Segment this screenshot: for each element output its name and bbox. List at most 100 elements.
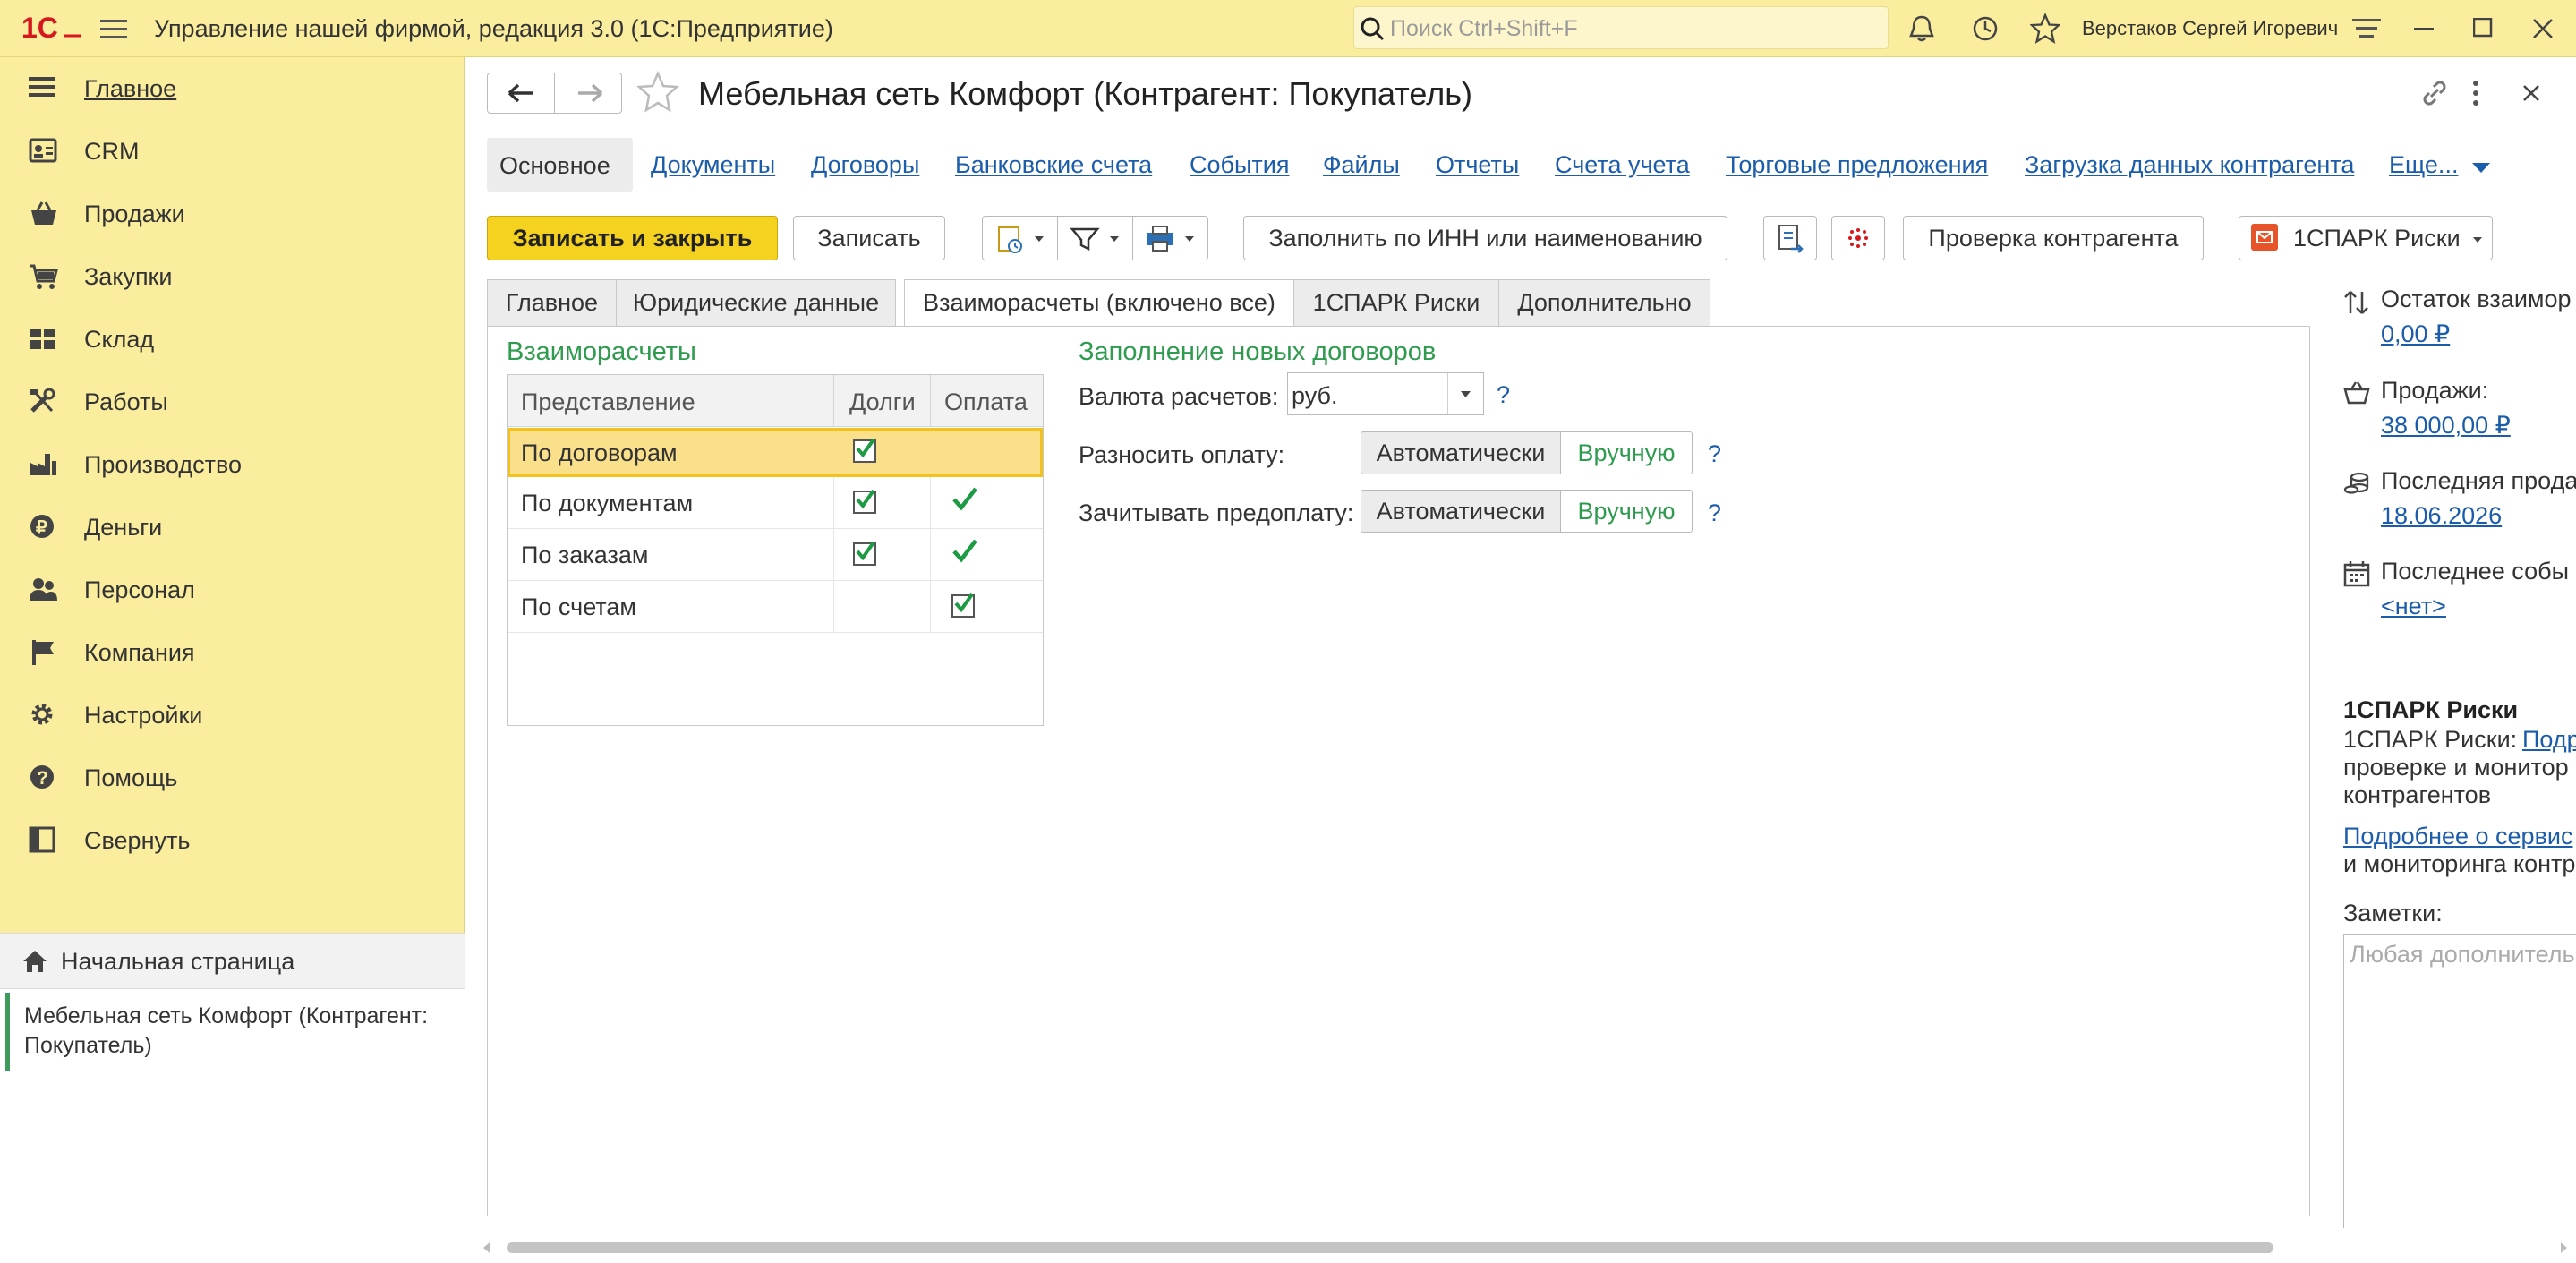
spread-help-link[interactable]: ? xyxy=(1708,440,1721,468)
maximize-icon[interactable] xyxy=(2473,18,2493,38)
scroll-left-icon xyxy=(483,1242,490,1253)
minimize-icon[interactable] xyxy=(2414,28,2435,31)
tab-spark-risks[interactable]: 1СПАРК Риски xyxy=(1293,279,1499,326)
history-icon[interactable] xyxy=(1971,14,2000,43)
sidebar-item-production[interactable]: Производство xyxy=(0,433,465,496)
dropdown-arrow-icon xyxy=(2473,237,2482,243)
last-event-value-link[interactable]: <нет> xyxy=(2381,593,2446,620)
last-sale-value-link[interactable]: 18.06.2026 xyxy=(2381,502,2502,530)
table-row[interactable]: По заказам xyxy=(508,529,1043,581)
section-accounting-accounts[interactable]: Счета учета xyxy=(1555,151,1690,179)
currency-label: Валюта расчетов: xyxy=(1079,383,1279,410)
tab-legal-data[interactable]: Юридические данные xyxy=(616,279,896,326)
forward-button[interactable] xyxy=(554,73,622,114)
spark-more-link[interactable]: Подр xyxy=(2522,726,2576,754)
sidebar-item-settings[interactable]: Настройки xyxy=(0,684,465,747)
offset-auto-option[interactable]: Автоматически xyxy=(1361,490,1561,533)
debts-checkbox[interactable] xyxy=(853,438,876,463)
table-row[interactable]: По счетам xyxy=(508,581,1043,633)
spark-indicator-button[interactable] xyxy=(1831,216,1885,260)
column-header-debts[interactable]: Долги xyxy=(849,388,916,416)
section-events[interactable]: События xyxy=(1190,151,1289,179)
chevron-down-icon[interactable] xyxy=(1460,390,1472,399)
section-documents[interactable]: Документы xyxy=(651,151,775,179)
payment-checkmark-icon[interactable] xyxy=(951,538,978,565)
home-page-tab[interactable]: Начальная страница xyxy=(0,934,465,989)
save-and-close-button[interactable]: Записать и закрыть xyxy=(487,216,778,260)
section-more[interactable]: Еще... xyxy=(2389,151,2458,179)
close-window-icon[interactable] xyxy=(2532,18,2554,39)
app-logo-icon[interactable]: 1С xyxy=(20,13,82,43)
sidebar-item-purchases[interactable]: Закупки xyxy=(0,245,465,308)
balance-value-link[interactable]: 0,00 ₽ xyxy=(2381,320,2450,348)
sidebar-item-label: Настройки xyxy=(84,702,203,729)
debts-checkbox[interactable] xyxy=(853,489,876,514)
horizontal-scrollbar[interactable] xyxy=(482,1238,2572,1258)
user-name[interactable]: Верстаков Сергей Игоревич xyxy=(2082,17,2338,40)
home-icon xyxy=(21,949,48,974)
sidebar-item-warehouse[interactable]: Склад xyxy=(0,308,465,371)
settings-menu-icon[interactable] xyxy=(2352,17,2381,40)
more-actions-icon[interactable] xyxy=(2470,79,2481,107)
main-menu-icon[interactable] xyxy=(100,18,127,41)
sidebar-item-help[interactable]: ? Помощь xyxy=(0,747,465,809)
offset-manual-option[interactable]: Вручную xyxy=(1560,490,1693,533)
tab-settlements[interactable]: Взаиморасчеты (включено все) xyxy=(904,279,1294,328)
currency-help-link[interactable]: ? xyxy=(1497,381,1510,409)
tab-main[interactable]: Главное xyxy=(487,279,617,326)
search-input[interactable]: Поиск Ctrl+Shift+F xyxy=(1390,16,1578,42)
offset-help-link[interactable]: ? xyxy=(1708,499,1721,527)
sidebar-item-label: Деньги xyxy=(84,514,163,541)
sidebar-item-works[interactable]: Работы xyxy=(0,371,465,433)
create-based-on-button[interactable] xyxy=(982,216,1058,260)
column-header-payment[interactable]: Оплата xyxy=(944,388,1028,416)
close-form-icon[interactable] xyxy=(2522,84,2540,102)
filter-button[interactable] xyxy=(1057,216,1133,260)
tab-additional[interactable]: Дополнительно xyxy=(1498,279,1710,326)
section-main[interactable]: Основное xyxy=(487,138,633,192)
spark-risks-button[interactable]: 1СПАРК Риски xyxy=(2239,216,2493,260)
open-window-tab[interactable]: Мебельная сеть Комфорт (Контрагент: Поку… xyxy=(5,993,465,1071)
chevron-down-icon[interactable] xyxy=(2472,163,2490,174)
currency-select[interactable]: руб. xyxy=(1287,372,1484,415)
fill-by-inn-button[interactable]: Заполнить по ИНН или наименованию xyxy=(1243,216,1727,260)
spark-service-link[interactable]: Подробнее о сервис xyxy=(2343,823,2573,850)
notes-textarea[interactable]: Любая дополнитель xyxy=(2343,934,2576,1228)
sidebar-item-main[interactable]: Главное xyxy=(0,57,465,120)
check-counterparty-button[interactable]: Проверка контрагента xyxy=(1903,216,2204,260)
back-button[interactable] xyxy=(487,73,555,114)
section-load-counterparty-data[interactable]: Загрузка данных контрагента xyxy=(2025,151,2354,179)
sidebar-item-sales[interactable]: Продажи xyxy=(0,183,465,245)
section-contracts[interactable]: Договоры xyxy=(811,151,919,179)
spread-manual-option[interactable]: Вручную xyxy=(1560,431,1693,474)
save-button[interactable]: Записать xyxy=(793,216,945,260)
title-bar: 1С Управление нашей фирмой, редакция 3.0… xyxy=(0,0,2576,57)
spread-auto-option[interactable]: Автоматически xyxy=(1361,431,1561,474)
sidebar-item-crm[interactable]: CRM xyxy=(0,120,465,183)
payment-checkmark-icon[interactable] xyxy=(951,486,978,513)
bookmark-star-icon[interactable] xyxy=(635,71,680,114)
section-files[interactable]: Файлы xyxy=(1323,151,1400,179)
bell-icon[interactable] xyxy=(1908,14,1935,43)
spark-risks-label: 1СПАРК Риски xyxy=(2293,225,2461,252)
sidebar-item-collapse[interactable]: Свернуть xyxy=(0,809,465,872)
debts-checkbox[interactable] xyxy=(853,541,876,566)
section-bank-accounts[interactable]: Банковские счета xyxy=(955,151,1152,179)
link-icon[interactable] xyxy=(2418,77,2451,109)
favorites-star-icon[interactable] xyxy=(2030,13,2060,44)
sales-value-link[interactable]: 38 000,00 ₽ xyxy=(2381,412,2511,439)
section-reports[interactable]: Отчеты xyxy=(1436,151,1519,179)
global-search[interactable]: Поиск Ctrl+Shift+F xyxy=(1353,6,1889,49)
sidebar-item-label: Склад xyxy=(84,326,155,353)
payment-checkbox[interactable] xyxy=(951,593,975,618)
document-exchange-button[interactable] xyxy=(1763,216,1817,260)
scrollbar-thumb[interactable] xyxy=(507,1242,2273,1253)
section-trade-offers[interactable]: Торговые предложения xyxy=(1726,151,1988,179)
print-button[interactable] xyxy=(1132,216,1208,260)
sidebar-item-money[interactable]: ₽ Деньги xyxy=(0,496,465,559)
sidebar-item-company[interactable]: Компания xyxy=(0,621,465,684)
table-row[interactable]: По договорам xyxy=(508,428,1043,477)
sidebar-item-personnel[interactable]: Персонал xyxy=(0,559,465,621)
table-row[interactable]: По документам xyxy=(508,477,1043,529)
column-header-name[interactable]: Представление xyxy=(521,388,695,416)
